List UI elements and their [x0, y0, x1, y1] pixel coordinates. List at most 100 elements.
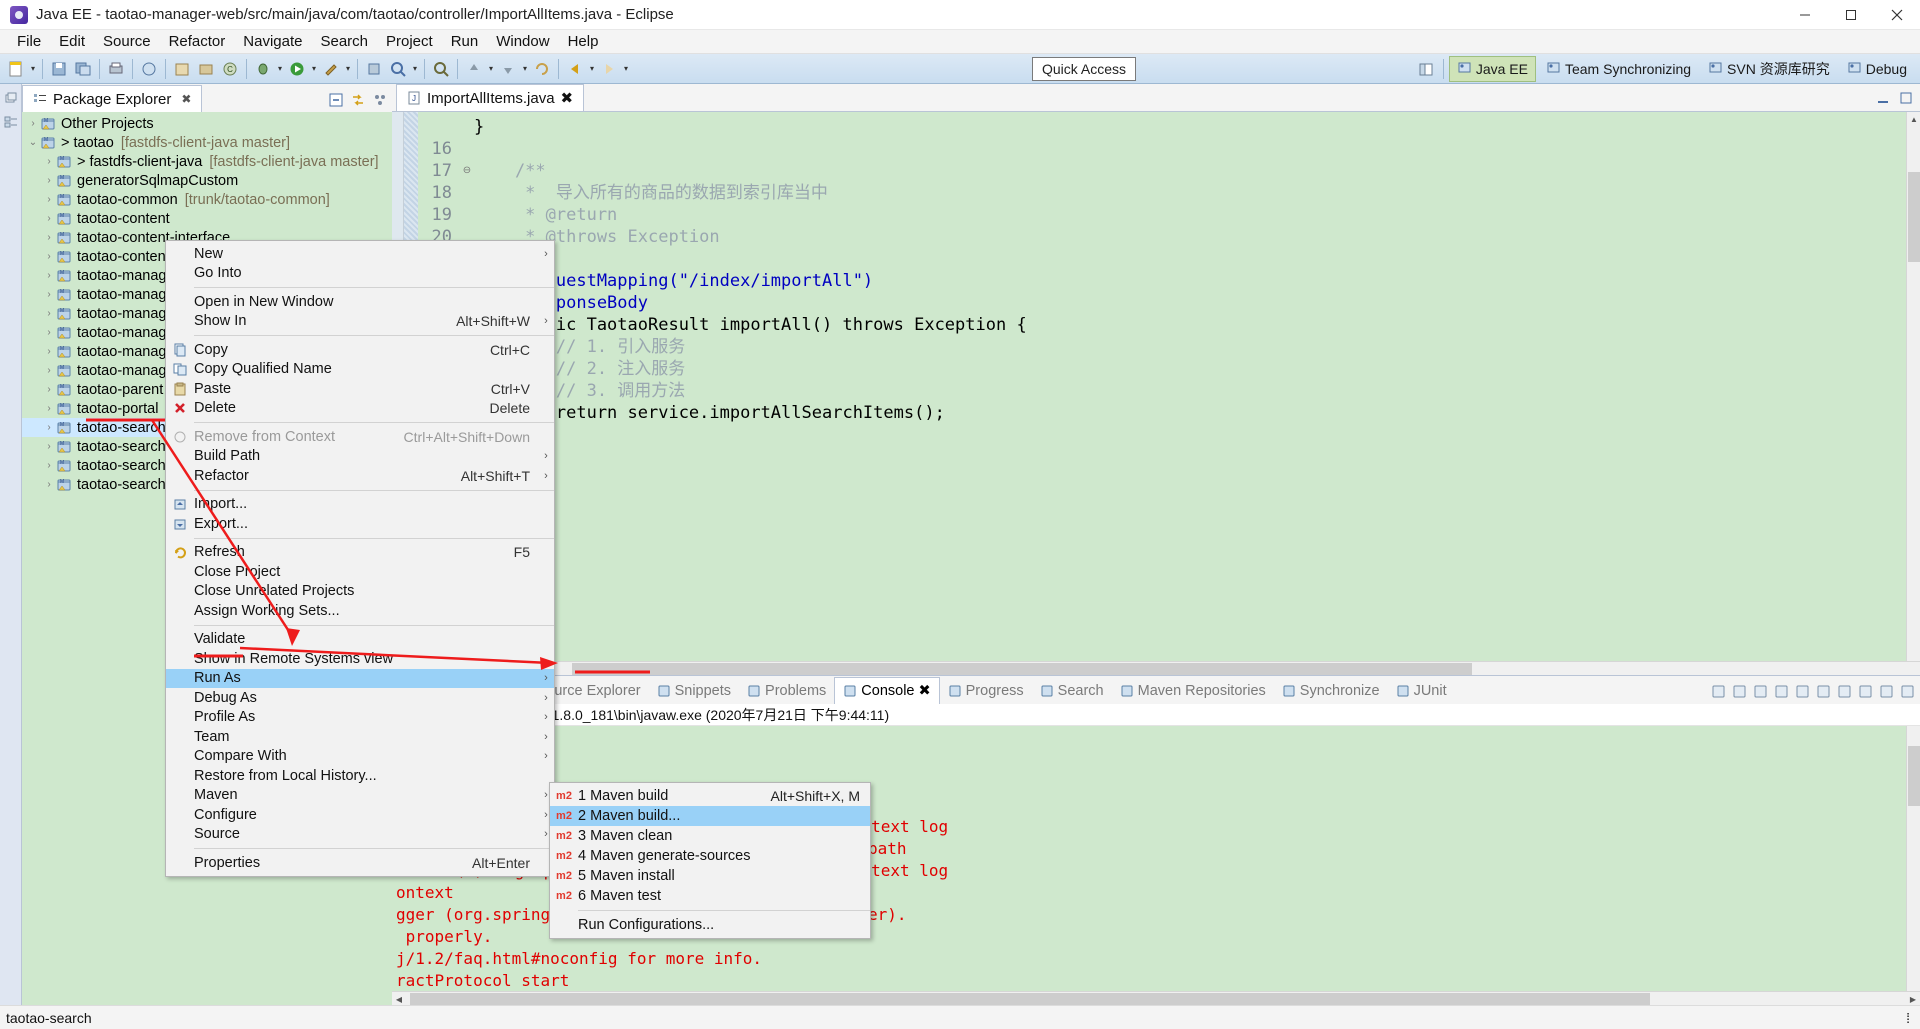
tab-console[interactable]: Console ✖ — [834, 677, 940, 704]
open-console-icon[interactable] — [1858, 684, 1874, 700]
tree-expand-arrow-icon[interactable]: › — [42, 213, 56, 224]
remove-launch-icon[interactable] — [1732, 684, 1748, 700]
new-java-project-icon[interactable] — [171, 58, 193, 80]
tree-expand-arrow-icon[interactable]: › — [42, 175, 56, 186]
context-menu-item-export[interactable]: Export... — [166, 514, 554, 534]
context-menu-item-source[interactable]: Source › — [166, 825, 554, 845]
back-nav-icon[interactable] — [564, 58, 586, 80]
tree-expand-arrow-icon[interactable]: › — [42, 327, 56, 338]
tree-expand-arrow-icon[interactable]: › — [42, 270, 56, 281]
run-as-item-run-configurations[interactable]: Run Configurations... — [550, 915, 870, 935]
run-as-submenu[interactable]: m2 1 Maven build Alt+Shift+X, M m2 2 Maven b… — [549, 782, 871, 939]
context-menu-item-team[interactable]: Team › — [166, 727, 554, 747]
back-nav-caret[interactable]: ▾ — [587, 59, 597, 79]
open-type-icon[interactable] — [387, 58, 409, 80]
minimize-button[interactable] — [1782, 0, 1828, 30]
menu-search[interactable]: Search — [311, 31, 377, 52]
tree-expand-arrow-icon[interactable]: › — [42, 422, 56, 433]
minimize-view-icon[interactable] — [1875, 90, 1891, 106]
close-icon[interactable]: ✖ — [561, 89, 574, 107]
run-dropdown-caret[interactable]: ▾ — [309, 59, 319, 79]
tab-junit[interactable]: JUnit — [1388, 678, 1455, 704]
context-menu-item-paste[interactable]: Paste Ctrl+V — [166, 379, 554, 399]
tree-expand-arrow-icon[interactable]: › — [42, 156, 56, 167]
fold-marker-icon[interactable]: ⊖ — [460, 160, 474, 182]
context-menu-item-build-path[interactable]: Build Path › — [166, 447, 554, 467]
external-tools-caret[interactable]: ▾ — [343, 59, 353, 79]
display-selected-console-icon[interactable] — [1837, 684, 1853, 700]
scroll-lock-icon[interactable] — [1795, 684, 1811, 700]
fold-marker-icon[interactable] — [460, 204, 474, 226]
context-menu-item-compare-with[interactable]: Compare With › — [166, 747, 554, 767]
collapse-all-icon[interactable] — [328, 92, 344, 108]
menu-run[interactable]: Run — [442, 31, 488, 52]
console-vertical-scrollbar[interactable]: ▲ — [1906, 726, 1920, 991]
editor-horizontal-scrollbar[interactable] — [392, 661, 1920, 675]
tree-item[interactable]: › Mtaotao-content — [22, 209, 392, 228]
console-scroll-thumb[interactable] — [1908, 746, 1920, 806]
context-menu-item-validate[interactable]: Validate — [166, 630, 554, 650]
console-hscroll-thumb[interactable] — [410, 993, 1650, 1005]
last-edit-icon[interactable] — [531, 58, 553, 80]
tree-expand-arrow-icon[interactable]: › — [42, 308, 56, 319]
tab-import-all-items-java[interactable]: J ImportAllItems.java ✖ — [396, 84, 585, 111]
menu-source[interactable]: Source — [94, 31, 160, 52]
debug-icon[interactable] — [252, 58, 274, 80]
scroll-up-arrow[interactable]: ▲ — [1907, 112, 1920, 126]
context-menu-item-import[interactable]: Import... — [166, 495, 554, 515]
clear-console-icon[interactable] — [1774, 684, 1790, 700]
context-menu-item-new[interactable]: New › — [166, 244, 554, 264]
close-icon[interactable]: ✖ — [918, 683, 930, 699]
context-menu-item-remove-from-context[interactable]: Remove from Context Ctrl+Alt+Shift+Down — [166, 427, 554, 447]
fold-marker-icon[interactable] — [460, 116, 474, 138]
context-menu-item-refresh[interactable]: Refresh F5 — [166, 543, 554, 563]
menu-project[interactable]: Project — [377, 31, 442, 52]
tree-expand-arrow-icon[interactable]: › — [42, 384, 56, 395]
fold-marker-icon[interactable] — [460, 182, 474, 204]
maximize-button[interactable] — [1828, 0, 1874, 30]
menu-file[interactable]: File — [8, 31, 50, 52]
view-menu-icon[interactable] — [372, 92, 388, 108]
tree-item[interactable]: › M Other Projects — [22, 114, 392, 133]
context-menu-item-show-in-remote-systems-view[interactable]: Show in Remote Systems view — [166, 649, 554, 669]
tree-item[interactable]: › M > fastdfs-client-java [fastdfs-client-j… — [22, 152, 392, 171]
tree-item[interactable]: ⌄ M > taotao [fastdfs-client-java master] — [22, 133, 392, 152]
save-icon[interactable] — [48, 58, 70, 80]
context-menu-item-close-unrelated-projects[interactable]: Close Unrelated Projects — [166, 582, 554, 602]
run-icon[interactable] — [286, 58, 308, 80]
menu-window[interactable]: Window — [487, 31, 558, 52]
tree-expand-arrow-icon[interactable]: › — [42, 251, 56, 262]
minimize-console-icon[interactable] — [1879, 684, 1895, 700]
terminate-icon[interactable] — [1711, 684, 1727, 700]
tree-item[interactable]: › MgeneratorSqlmapCustom — [22, 171, 392, 190]
project-context-menu[interactable]: New › Go Into Open in New Window Show In Alt+… — [165, 240, 555, 877]
tree-expand-arrow-icon[interactable]: › — [42, 460, 56, 471]
tab-search[interactable]: Search — [1032, 678, 1112, 704]
context-menu-item-assign-working-sets[interactable]: Assign Working Sets... — [166, 601, 554, 621]
tab-problems[interactable]: Problems — [739, 678, 834, 704]
context-menu-item-delete[interactable]: Delete Delete — [166, 399, 554, 419]
source-code[interactable]: } /** * 导入所有的商品的数据到索引库当中 * @return * @th… — [474, 112, 1920, 661]
tree-expand-arrow-icon[interactable]: › — [42, 479, 56, 490]
context-menu-item-refactor[interactable]: Refactor Alt+Shift+T › — [166, 466, 554, 486]
console-horizontal-scrollbar[interactable]: ◀ ▶ — [392, 991, 1920, 1006]
tab-package-explorer[interactable]: Package Explorer ✖ — [22, 85, 203, 112]
run-as-item-5-maven-install[interactable]: m2 5 Maven install — [550, 866, 870, 886]
code-editor[interactable]: 16171819202122232425262728 ⊖⊖ } /** * 导入… — [392, 112, 1920, 661]
context-menu-item-run-as[interactable]: Run As › — [166, 668, 554, 688]
context-menu-item-properties[interactable]: Properties Alt+Enter — [166, 853, 554, 873]
debug-dropdown-caret[interactable]: ▾ — [275, 59, 285, 79]
new-class-icon[interactable]: C — [219, 58, 241, 80]
fold-marker-icon[interactable] — [460, 138, 474, 160]
run-as-item-2-maven-build[interactable]: m2 2 Maven build... — [550, 806, 870, 826]
next-annotation-caret[interactable]: ▾ — [520, 59, 530, 79]
run-as-item-6-maven-test[interactable]: m2 6 Maven test — [550, 886, 870, 906]
tab-progress[interactable]: Progress — [940, 678, 1032, 704]
console-hscroll-right-arrow[interactable]: ▶ — [1906, 992, 1920, 1006]
pin-console-icon[interactable] — [1816, 684, 1832, 700]
build-all-icon[interactable] — [138, 58, 160, 80]
tree-expand-arrow-icon[interactable]: › — [42, 346, 56, 357]
tree-expand-arrow-icon[interactable]: › — [42, 441, 56, 452]
prev-annotation-caret[interactable]: ▾ — [486, 59, 496, 79]
perspective-debug[interactable]: Debug — [1840, 56, 1914, 82]
